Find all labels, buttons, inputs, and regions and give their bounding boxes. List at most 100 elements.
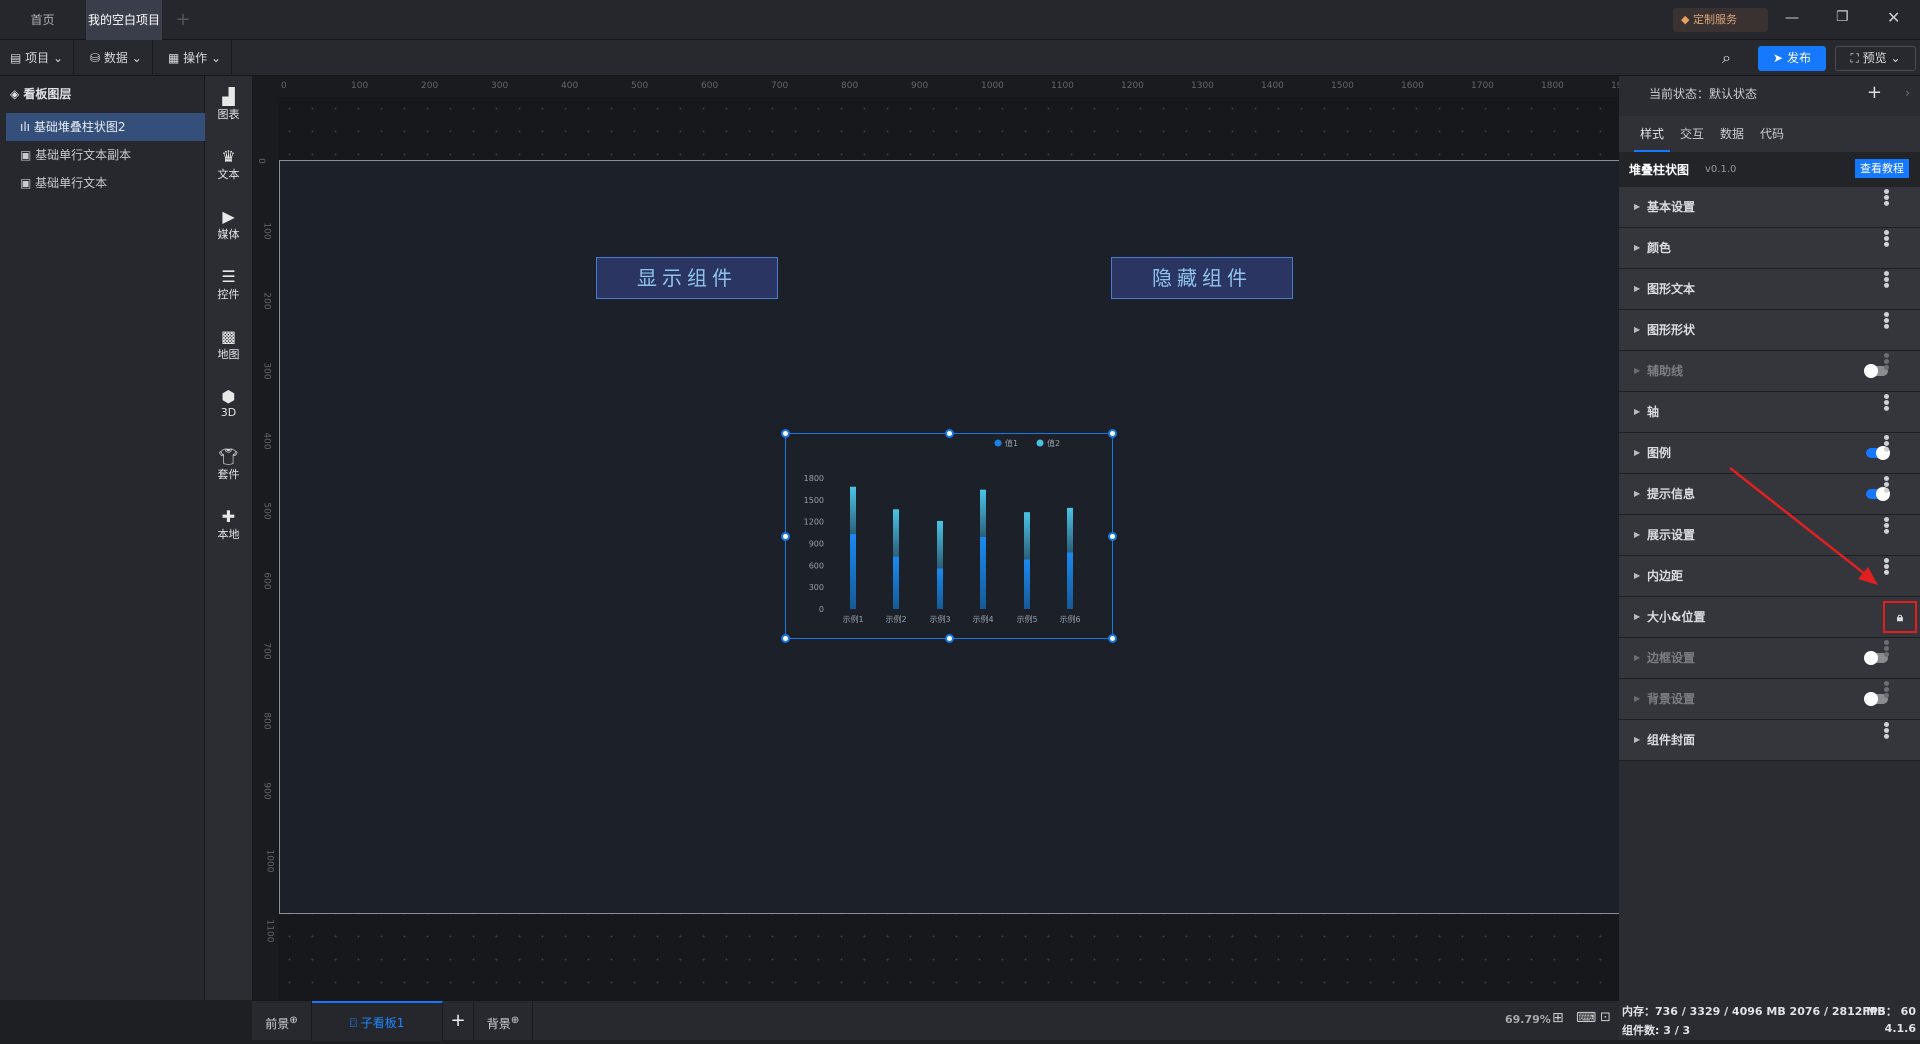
- component-text[interactable]: ♛ 文本: [205, 148, 252, 182]
- chevron-right-icon[interactable]: ›: [1905, 86, 1910, 100]
- y-tick-label: 900: [809, 540, 824, 549]
- ruler-tick-label: 1700: [1471, 81, 1494, 91]
- component-label: 地图: [217, 348, 240, 361]
- tab-data[interactable]: 数据: [1714, 116, 1750, 152]
- foreground-label: 前景: [265, 1017, 290, 1031]
- resize-handle[interactable]: [1108, 532, 1117, 541]
- search-icon[interactable]: ⌕: [1722, 48, 1731, 68]
- section-8[interactable]: ▶ 展示设置 •••: [1619, 515, 1920, 556]
- resize-handle[interactable]: [781, 532, 790, 541]
- add-board-button[interactable]: +: [443, 1001, 474, 1041]
- terminal-icon[interactable]: ⊡: [1600, 1010, 1611, 1025]
- tab-code[interactable]: 代码: [1754, 116, 1790, 152]
- foreground-tab[interactable]: 前景⊕: [252, 1001, 312, 1041]
- resize-handle[interactable]: [781, 634, 790, 643]
- more-icon[interactable]: •••: [1865, 228, 1905, 246]
- section-4[interactable]: ▶ 辅助线 •••: [1619, 351, 1920, 392]
- publish-button[interactable]: ➤ 发布: [1758, 46, 1826, 71]
- operate-menu[interactable]: ▦ 操作 ⌄: [158, 40, 233, 76]
- more-icon[interactable]: •••: [1865, 720, 1905, 738]
- section-12[interactable]: ▶ 背景设置 •••: [1619, 679, 1920, 720]
- project-menu[interactable]: ▤ 项目 ⌄: [0, 40, 75, 76]
- show-component-button[interactable]: 显示组件: [596, 257, 778, 299]
- more-icon[interactable]: •••: [1865, 638, 1905, 656]
- ruler-tick-label: 0: [255, 158, 266, 164]
- more-icon[interactable]: •••: [1865, 433, 1905, 451]
- restore-icon[interactable]: ❐: [1836, 9, 1849, 25]
- component-local[interactable]: ✚ 本地: [205, 508, 252, 542]
- hide-component-button[interactable]: 隐藏组件: [1111, 257, 1293, 299]
- bottom-bar: 前景⊕ ⌼ 子看板1 + 背景⊕ 69.79% ⊞ ⌨ ⊡: [252, 1000, 1619, 1041]
- caret-right-icon: ▶: [1634, 284, 1641, 293]
- section-0[interactable]: ▶ 基本设置 •••: [1619, 187, 1920, 228]
- more-icon[interactable]: •••: [1865, 679, 1905, 697]
- subboard-tab[interactable]: ⌼ 子看板1: [312, 1001, 443, 1041]
- layer-item[interactable]: ▣ 基础单行文本副本: [6, 141, 205, 169]
- component-kit[interactable]: 👕︎ 套件: [205, 448, 252, 482]
- section-label: 颜色: [1647, 241, 1672, 255]
- preview-button[interactable]: ⛶ 预览 ⌄: [1835, 46, 1916, 71]
- section-10[interactable]: ▶ 大小&位置 🔒︎: [1619, 597, 1920, 638]
- section-7[interactable]: ▶ 提示信息 •••: [1619, 474, 1920, 515]
- data-menu[interactable]: ⛁ 数据 ⌄: [80, 40, 153, 76]
- stacked-bar-chart[interactable]: 0 300 600 900 1200 1500 1800 示例1 示例2 示例3 示例4 示例5 示例6…: [781, 429, 1117, 643]
- tab-home[interactable]: 首页: [0, 0, 85, 40]
- keyboard-icon[interactable]: ⌨: [1576, 1010, 1596, 1026]
- tab-interaction[interactable]: 交互: [1674, 116, 1710, 152]
- resize-handle[interactable]: [945, 634, 954, 643]
- more-icon[interactable]: •••: [1865, 515, 1905, 533]
- more-icon[interactable]: •••: [1865, 351, 1905, 369]
- data-menu-label: 数据: [103, 51, 128, 65]
- minimize-icon[interactable]: —: [1785, 10, 1799, 26]
- x-tick-label: 示例5: [1016, 614, 1037, 624]
- section-6[interactable]: ▶ 图例 •••: [1619, 433, 1920, 474]
- component-3d[interactable]: ⬢ 3D: [205, 388, 252, 420]
- component-chart[interactable]: ▟ 图表: [205, 88, 252, 122]
- component-map[interactable]: ▩ 地图: [205, 328, 252, 362]
- custom-service-button[interactable]: ◆ 定制服务: [1673, 8, 1768, 32]
- close-icon[interactable]: ✕: [1887, 8, 1900, 27]
- component-control[interactable]: ☰ 控件: [205, 268, 252, 302]
- view-tutorial-button[interactable]: 查看教程: [1855, 159, 1909, 178]
- resize-handle[interactable]: [1108, 634, 1117, 643]
- add-state-button[interactable]: +: [1867, 82, 1882, 103]
- tab-style[interactable]: 样式: [1634, 116, 1670, 152]
- y-tick-label: 0: [819, 605, 824, 614]
- layer-item[interactable]: ılı 基础堆叠柱状图2: [6, 113, 205, 141]
- subboard-label: 子看板1: [360, 1016, 405, 1030]
- section-13[interactable]: ▶ 组件封面 •••: [1619, 720, 1920, 761]
- bar-value2: [893, 509, 899, 557]
- layer-item[interactable]: ▣ 基础单行文本: [6, 169, 205, 197]
- section-9[interactable]: ▶ 内边距 •••: [1619, 556, 1920, 597]
- section-3[interactable]: ▶ 图形形状 •••: [1619, 310, 1920, 351]
- add-circle-icon[interactable]: ⊕: [289, 1015, 297, 1026]
- more-icon[interactable]: •••: [1865, 392, 1905, 410]
- more-icon[interactable]: •••: [1865, 310, 1905, 328]
- tab-project[interactable]: 我的空白项目: [86, 0, 162, 64]
- more-icon[interactable]: •••: [1865, 187, 1905, 205]
- section-11[interactable]: ▶ 边框设置 •••: [1619, 638, 1920, 679]
- section-5[interactable]: ▶ 轴 •••: [1619, 392, 1920, 433]
- more-icon[interactable]: •••: [1865, 269, 1905, 287]
- new-tab-button[interactable]: +: [168, 0, 198, 40]
- section-1[interactable]: ▶ 颜色 •••: [1619, 228, 1920, 269]
- fit-screen-icon[interactable]: ⊞: [1552, 1010, 1564, 1026]
- more-icon[interactable]: •••: [1865, 556, 1905, 574]
- database-icon: ⛁: [90, 51, 101, 65]
- ruler-tick-label: 200: [261, 292, 272, 310]
- board-icon: ⌼: [349, 1016, 357, 1030]
- x-tick-label: 示例2: [885, 614, 906, 624]
- ruler-tick-label: 500: [261, 502, 272, 520]
- caret-right-icon: ▶: [1634, 735, 1641, 744]
- lock-icon[interactable]: 🔒︎: [1883, 601, 1917, 633]
- resize-handle[interactable]: [945, 429, 954, 438]
- more-icon[interactable]: •••: [1865, 474, 1905, 492]
- component-label: 媒体: [217, 228, 240, 241]
- section-2[interactable]: ▶ 图形文本 •••: [1619, 269, 1920, 310]
- resize-handle[interactable]: [1108, 429, 1117, 438]
- component-media[interactable]: ▶ 媒体: [205, 208, 252, 242]
- toolbar: ▤ 项目 ⌄ ⛁ 数据 ⌄ ▦ 操作 ⌄ ⌕ ➤ 发布 ⛶ 预览 ⌄: [0, 40, 1920, 76]
- resize-handle[interactable]: [781, 429, 790, 438]
- background-tab[interactable]: 背景⊕: [474, 1001, 533, 1041]
- add-circle-icon[interactable]: ⊕: [511, 1015, 519, 1026]
